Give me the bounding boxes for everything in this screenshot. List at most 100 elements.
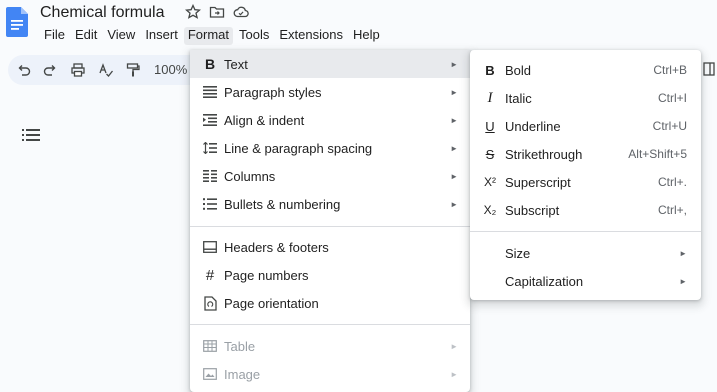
format-menu-page-numbers[interactable]: # Page numbers: [190, 261, 470, 289]
redo-icon[interactable]: [42, 62, 58, 78]
text-submenu-underline[interactable]: U Underline Ctrl+U: [470, 112, 701, 140]
format-menu-image: Image ►: [190, 360, 470, 388]
bold-icon: B: [485, 62, 495, 78]
submenu-arrow-icon: ►: [450, 59, 458, 69]
format-menu-align-indent[interactable]: Align & indent ►: [190, 106, 470, 134]
menu-divider: [470, 231, 701, 232]
submenu-arrow-icon: ►: [450, 115, 458, 125]
format-menu-text-label: Text: [224, 56, 248, 72]
menu-view[interactable]: View: [103, 27, 139, 45]
format-menu: B Text ► Paragraph styles ► Align & inde…: [190, 50, 470, 392]
format-menu-page-orientation[interactable]: Page orientation: [190, 289, 470, 317]
shortcut-text: Ctrl+U: [652, 119, 687, 133]
superscript-icon: X²: [484, 175, 496, 189]
document-outline-icon[interactable]: [22, 128, 40, 142]
submenu-arrow-icon: ►: [450, 87, 458, 97]
bold-icon: B: [204, 56, 216, 72]
submenu-arrow-icon: ►: [450, 199, 458, 209]
subscript-icon: X₂: [483, 203, 497, 217]
format-menu-table-label: Table: [224, 338, 256, 354]
hash-icon: #: [205, 266, 215, 284]
title-actions: [185, 4, 249, 20]
undo-icon[interactable]: [16, 62, 32, 78]
text-submenu-superscript[interactable]: X² Superscript Ctrl+.: [470, 168, 701, 196]
line-spacing-icon: [202, 140, 218, 156]
bullets-icon: [202, 196, 218, 212]
format-menu-text[interactable]: B Text ►: [190, 50, 470, 78]
text-submenu-capitalization[interactable]: Capitalization ►: [470, 267, 701, 295]
image-icon: [202, 366, 218, 382]
headers-footers-icon: [202, 239, 218, 255]
table-icon: [202, 338, 218, 354]
docs-logo-icon[interactable]: [6, 7, 28, 37]
italic-icon: I: [487, 89, 493, 106]
move-to-folder-icon[interactable]: [209, 4, 225, 20]
submenu-arrow-icon: ►: [679, 276, 687, 286]
format-menu-headers-footers-label: Headers & footers: [224, 239, 329, 255]
menu-help[interactable]: Help: [349, 27, 384, 45]
menu-edit[interactable]: Edit: [71, 27, 101, 45]
document-area[interactable]: [0, 100, 190, 392]
format-menu-page-orientation-label: Page orientation: [224, 295, 319, 311]
text-submenu-italic-label: Italic: [505, 90, 532, 106]
columns-icon: [202, 168, 218, 184]
text-submenu-underline-label: Underline: [505, 118, 561, 134]
document-title[interactable]: Chemical formula: [40, 4, 164, 22]
submenu-arrow-icon: ►: [450, 341, 458, 351]
menu-insert[interactable]: Insert: [141, 27, 182, 45]
star-icon[interactable]: [185, 4, 201, 20]
shortcut-text: Alt+Shift+5: [628, 147, 687, 161]
shortcut-text: Ctrl+,: [657, 203, 687, 217]
app-header: Chemical formula File Edit View Insert F…: [0, 0, 717, 50]
cloud-status-icon[interactable]: [233, 4, 249, 20]
format-menu-align-indent-label: Align & indent: [224, 112, 305, 128]
paint-format-icon[interactable]: [125, 62, 141, 78]
align-indent-icon: [202, 112, 218, 128]
submenu-arrow-icon: ►: [450, 171, 458, 181]
menu-extensions[interactable]: Extensions: [275, 27, 347, 45]
print-icon[interactable]: [70, 62, 86, 78]
text-submenu-size-label: Size: [505, 245, 531, 261]
zoom-select[interactable]: 100%: [154, 62, 187, 77]
underline-icon: U: [485, 118, 495, 134]
format-menu-paragraph-styles[interactable]: Paragraph styles ►: [190, 78, 470, 106]
menu-file[interactable]: File: [40, 27, 69, 45]
format-menu-line-spacing-label: Line & paragraph spacing: [224, 140, 373, 156]
format-menu-bullets-numbering[interactable]: Bullets & numbering ►: [190, 190, 470, 218]
text-submenu-italic[interactable]: I Italic Ctrl+I: [470, 84, 701, 112]
text-submenu-strikethrough-label: Strikethrough: [505, 146, 583, 162]
submenu-arrow-icon: ►: [450, 143, 458, 153]
text-submenu-superscript-label: Superscript: [505, 174, 571, 190]
text-submenu-strikethrough[interactable]: S Strikethrough Alt+Shift+5: [470, 140, 701, 168]
format-menu-bullets-numbering-label: Bullets & numbering: [224, 196, 341, 212]
menu-divider: [190, 324, 470, 325]
format-menu-headers-footers[interactable]: Headers & footers: [190, 233, 470, 261]
format-menu-paragraph-styles-label: Paragraph styles: [224, 84, 322, 100]
submenu-arrow-icon: ►: [679, 248, 687, 258]
menubar: File Edit View Insert Format Tools Exten…: [40, 27, 386, 45]
shortcut-text: Ctrl+.: [657, 175, 687, 189]
format-menu-line-spacing[interactable]: Line & paragraph spacing ►: [190, 134, 470, 162]
text-submenu-bold[interactable]: B Bold Ctrl+B: [470, 56, 701, 84]
text-submenu-bold-label: Bold: [505, 62, 532, 78]
menu-tools[interactable]: Tools: [235, 27, 273, 45]
side-panel-icon[interactable]: [703, 62, 717, 76]
submenu-arrow-icon: ►: [450, 369, 458, 379]
text-submenu-size[interactable]: Size ►: [470, 239, 701, 267]
shortcut-text: Ctrl+B: [653, 63, 687, 77]
toolbar: 100%: [8, 55, 218, 85]
menu-format[interactable]: Format: [183, 27, 233, 45]
spellcheck-icon[interactable]: [98, 62, 114, 78]
text-submenu-subscript-label: Subscript: [505, 202, 560, 218]
text-submenu-subscript[interactable]: X₂ Subscript Ctrl+,: [470, 196, 701, 224]
format-menu-table: Table ►: [190, 332, 470, 360]
text-submenu-capitalization-label: Capitalization: [505, 273, 584, 289]
format-menu-page-numbers-label: Page numbers: [224, 267, 309, 283]
menu-divider: [190, 226, 470, 227]
page-orientation-icon: [202, 295, 218, 311]
text-submenu: B Bold Ctrl+B I Italic Ctrl+I U Underlin…: [470, 50, 701, 300]
format-menu-columns-label: Columns: [224, 168, 276, 184]
format-menu-image-label: Image: [224, 366, 261, 382]
paragraph-styles-icon: [202, 84, 218, 100]
format-menu-columns[interactable]: Columns ►: [190, 162, 470, 190]
